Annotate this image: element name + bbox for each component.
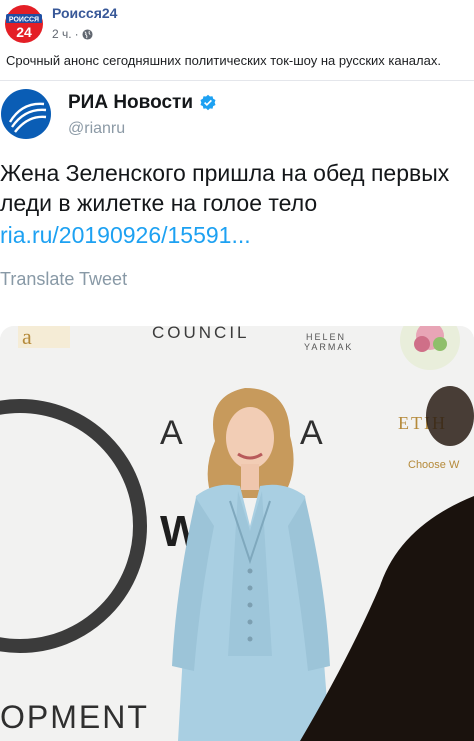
logo-top-text: РОИССЯ — [9, 17, 39, 24]
tweet-account-name-row: РИА Новости — [68, 92, 217, 114]
backdrop-text-yarmak: YARMAK — [304, 342, 353, 352]
logo-bottom-text: 24 — [16, 24, 32, 40]
verified-badge-icon — [199, 94, 217, 112]
tweet-photo[interactable]: a COUNCIL HELEN YARMAK A L A ETIH Choose… — [0, 326, 474, 741]
backdrop-text-a: A — [300, 414, 323, 452]
post-body-text: Срочный анонс сегодняшних политических т… — [6, 53, 441, 68]
post-header: РОИССЯ 24 Роисся24 2 ч. · — [0, 0, 474, 50]
globe-icon[interactable] — [82, 28, 93, 40]
page-name-link[interactable]: Роисся24 — [52, 5, 117, 21]
tweet-handle[interactable]: @rianru — [68, 120, 125, 138]
tweet-text: Жена Зеленского пришла на обед первых ле… — [0, 160, 450, 216]
separator-dot: · — [74, 27, 79, 41]
page-avatar[interactable]: РОИССЯ 24 — [4, 4, 44, 44]
backdrop-text-helen: HELEN — [306, 332, 346, 342]
backdrop-text-council: COUNCIL — [152, 326, 250, 342]
backdrop-text-choose: Choose W — [408, 459, 460, 471]
backdrop-text-opment: OPMENT — [0, 699, 149, 735]
tweet-account-avatar[interactable] — [0, 88, 52, 140]
post-timestamp[interactable]: 2 ч. — [52, 27, 72, 41]
translate-tweet-link[interactable]: Translate Tweet — [0, 269, 127, 290]
backdrop-logo-fragment: a — [22, 326, 32, 349]
divider — [0, 80, 474, 81]
tweet-account-name[interactable]: РИА Новости — [68, 92, 193, 114]
tweet-link[interactable]: ria.ru/20190926/15591... — [0, 222, 251, 249]
post-meta: 2 ч. · — [52, 27, 93, 41]
